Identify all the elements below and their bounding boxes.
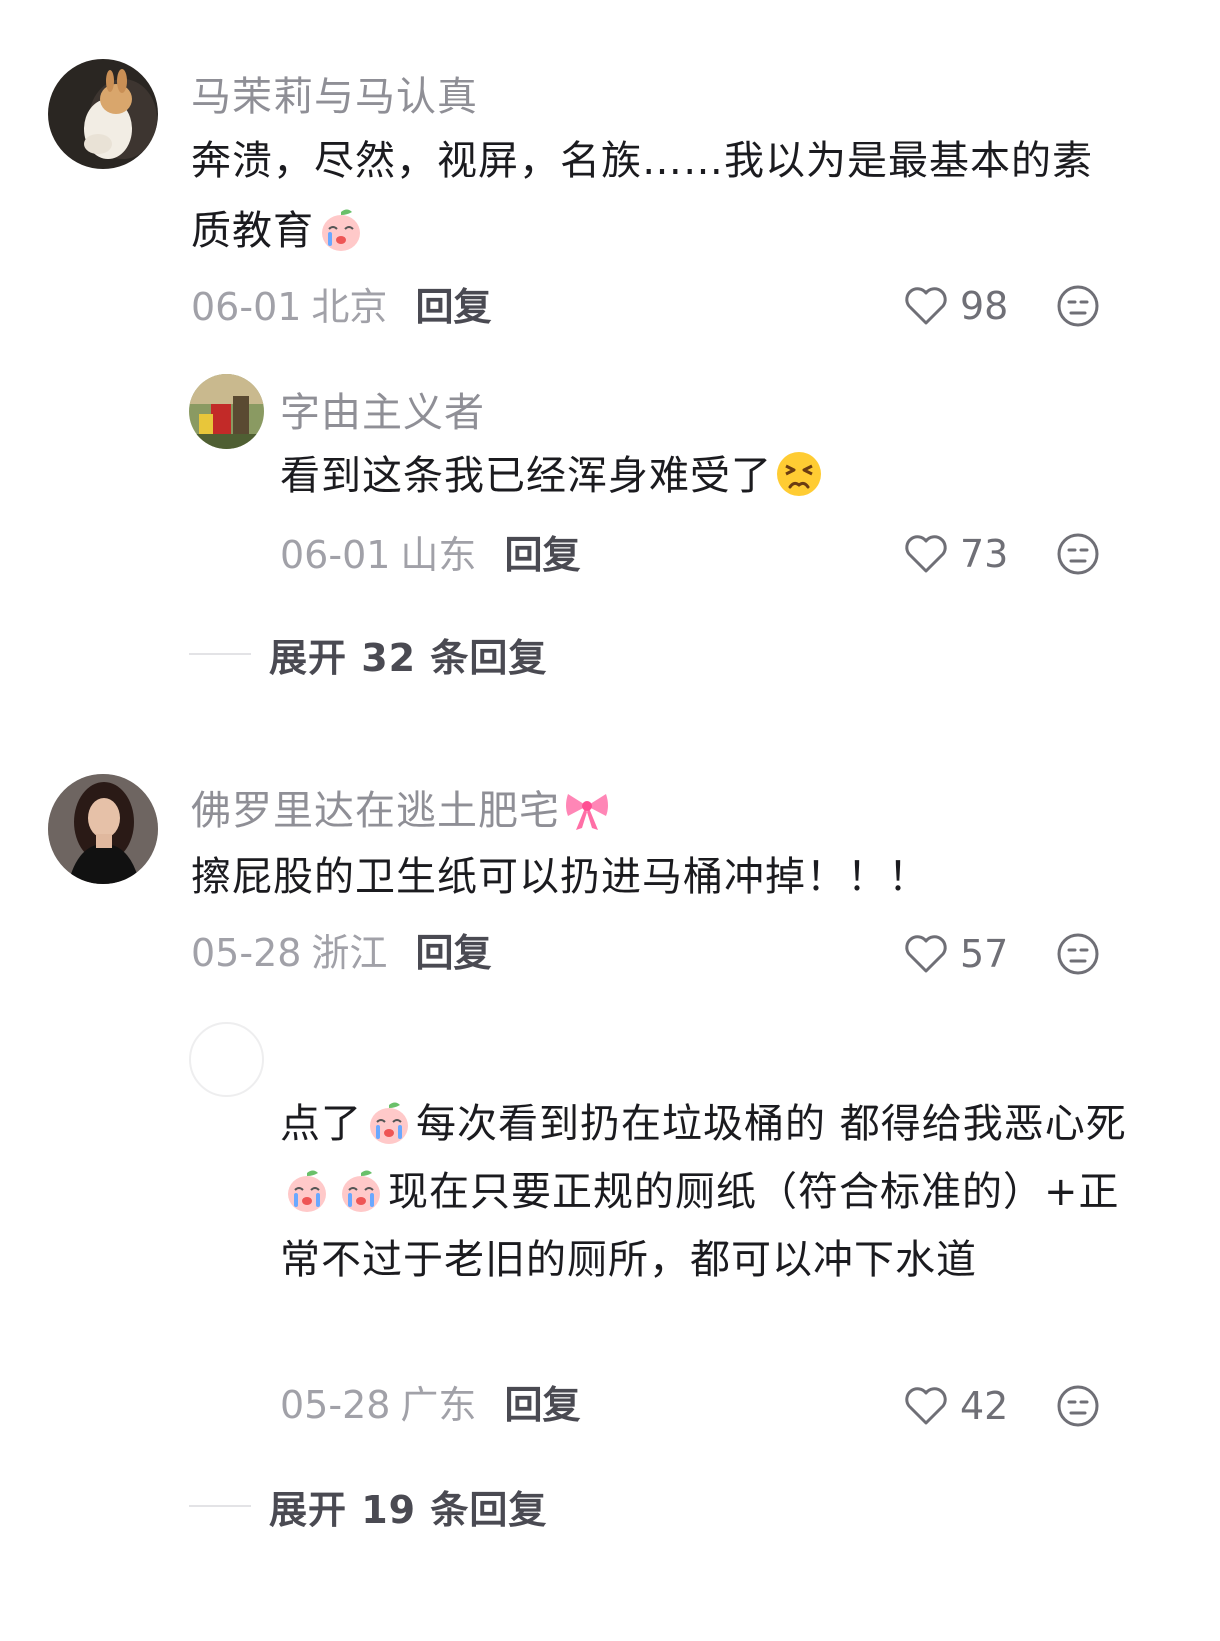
pink-bow-emoji bbox=[562, 784, 612, 834]
username[interactable]: 马茉莉与马认真 bbox=[191, 64, 478, 122]
comment-location: 北京 bbox=[311, 285, 388, 329]
expand-replies-button[interactable]: 展开 32 条回复 bbox=[189, 629, 548, 680]
like-count: 57 bbox=[960, 932, 1009, 976]
reply-text: 点了 每次看到扔在垃圾桶的 都得给我恶心死现在只要正规的厕纸（符合标准的）+正常… bbox=[280, 1090, 1130, 1294]
reply-button[interactable]: 回复 bbox=[504, 1383, 580, 1427]
heart-outline-icon bbox=[905, 935, 947, 973]
reply-text-part: 点了 bbox=[280, 1101, 362, 1147]
divider-line bbox=[189, 653, 251, 655]
reply-button[interactable]: 回复 bbox=[504, 533, 580, 577]
divider-line bbox=[189, 1505, 251, 1507]
heart-outline-icon bbox=[905, 287, 947, 325]
like-button[interactable]: 98 bbox=[904, 281, 1008, 331]
like-count: 73 bbox=[960, 532, 1009, 576]
username[interactable]: 字由主义者 bbox=[280, 380, 485, 438]
like-count: 42 bbox=[960, 1384, 1009, 1428]
crying-peach-emoji bbox=[316, 204, 366, 254]
expand-replies-label: 展开 19 条回复 bbox=[269, 1487, 548, 1532]
neutral-face-icon[interactable] bbox=[1056, 532, 1100, 576]
persevering-face-emoji bbox=[774, 449, 824, 499]
comment-meta: 05-28 浙江 回复 bbox=[191, 928, 491, 978]
comment-time: 05-28 bbox=[191, 931, 302, 975]
reply-text-body: 看到这条我已经浑身难受了 bbox=[280, 453, 772, 499]
crying-peach-emoji bbox=[336, 1165, 386, 1215]
expand-replies-label: 展开 32 条回复 bbox=[269, 635, 548, 680]
comment-text: 擦屁股的卫生纸可以扔进马桶冲掉！！！ bbox=[191, 854, 929, 900]
reply-text-part: 现在只要正规的厕纸（符合标准的）+正常不过于老旧的厕所，都可以冲下水道 bbox=[280, 1169, 1120, 1283]
reply-meta: 06-01 山东 回复 bbox=[280, 530, 580, 580]
like-button[interactable]: 57 bbox=[904, 929, 1008, 979]
reply-location: 广东 bbox=[400, 1383, 477, 1427]
reply-button[interactable]: 回复 bbox=[415, 931, 491, 975]
heart-outline-icon bbox=[905, 1387, 947, 1425]
reply-meta: 05-28 广东 回复 bbox=[280, 1380, 580, 1430]
neutral-face-icon[interactable] bbox=[1056, 932, 1100, 976]
neutral-face-icon[interactable] bbox=[1056, 1384, 1100, 1428]
comment-location: 浙江 bbox=[311, 931, 388, 975]
reply-button[interactable]: 回复 bbox=[415, 285, 491, 329]
neutral-face-icon[interactable] bbox=[1056, 284, 1100, 328]
reply-location: 山东 bbox=[400, 533, 477, 577]
like-button[interactable]: 42 bbox=[904, 1381, 1008, 1431]
avatar[interactable] bbox=[189, 1022, 264, 1097]
comment-time: 06-01 bbox=[191, 285, 302, 329]
avatar[interactable] bbox=[189, 374, 264, 449]
like-count: 98 bbox=[960, 284, 1009, 328]
crying-peach-emoji bbox=[364, 1097, 414, 1147]
expand-replies-button[interactable]: 展开 19 条回复 bbox=[189, 1481, 548, 1532]
like-button[interactable]: 73 bbox=[904, 529, 1008, 579]
reply-time: 06-01 bbox=[280, 533, 391, 577]
avatar[interactable] bbox=[48, 59, 158, 169]
reply-text-part: 每次看到扔在垃圾桶的 都得给我恶心死 bbox=[416, 1101, 1127, 1147]
crying-peach-emoji bbox=[282, 1165, 332, 1215]
comment-text: 奔溃，尽然，视屏，名族……我以为是最基本的素质教育 bbox=[191, 126, 1111, 266]
username[interactable]: 佛罗里达在逃土肥宅 bbox=[191, 778, 614, 836]
comment-meta: 06-01 北京 回复 bbox=[191, 282, 491, 332]
avatar[interactable] bbox=[48, 774, 158, 884]
reply-text: 看到这条我已经浑身难受了 bbox=[280, 441, 1120, 511]
reply-time: 05-28 bbox=[280, 1383, 391, 1427]
username-text: 佛罗里达在逃土肥宅 bbox=[191, 788, 560, 834]
heart-outline-icon bbox=[905, 535, 947, 573]
